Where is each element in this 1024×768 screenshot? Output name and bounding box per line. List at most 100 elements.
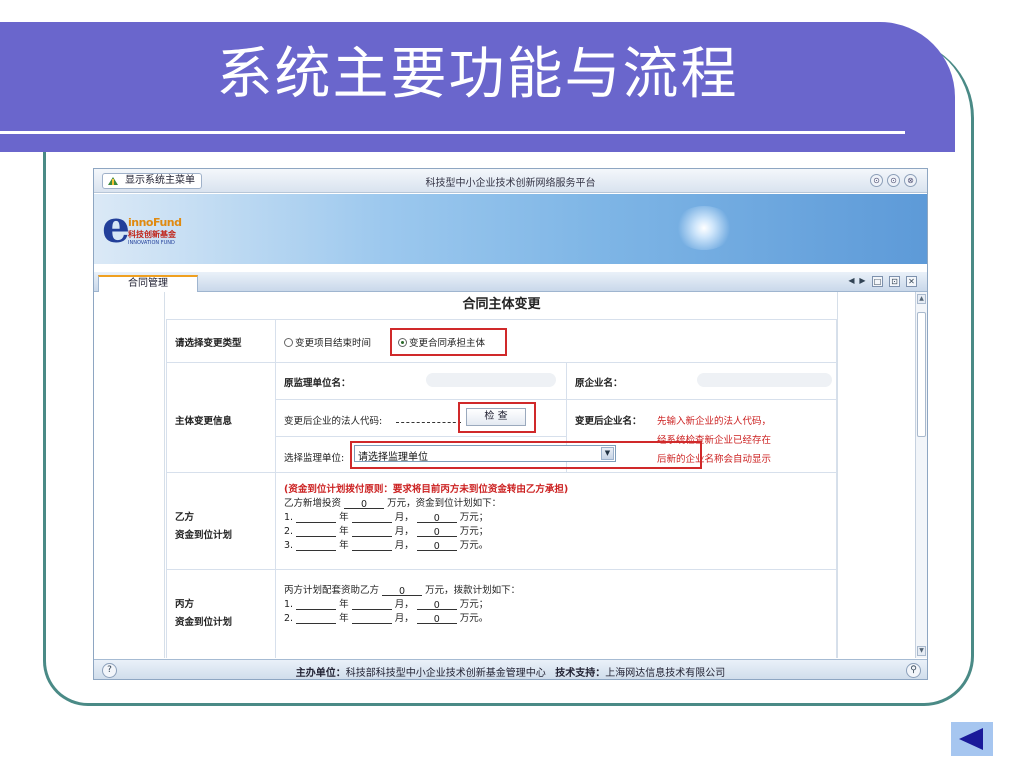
orig-company-label: 原企业名： bbox=[575, 378, 623, 389]
partyB-plan-label: 资金到位计划 bbox=[175, 530, 233, 541]
partyB-label-cell: 乙方 资金到位计划 bbox=[167, 473, 275, 569]
logo-text-sub: INNOVATION FUND bbox=[128, 240, 175, 246]
new-code-label: 变更后企业的法人代码: bbox=[284, 416, 383, 427]
tab-restore-icon[interactable]: □ bbox=[872, 276, 883, 287]
year-input[interactable] bbox=[296, 541, 337, 551]
partyB-row-1: 1. 年 月， 0 万元； bbox=[284, 509, 489, 524]
unit-month: 月， bbox=[394, 613, 414, 624]
host-value: 科技部科技型中小企业技术创新基金管理中心 bbox=[345, 668, 546, 679]
partyB-invest-prefix: 乙方新增投资 bbox=[284, 498, 342, 509]
partyC-plan-suffix: 万元，拨款计划如下： bbox=[425, 585, 521, 596]
tools-icon[interactable]: ⚲ bbox=[906, 663, 921, 678]
month-input[interactable] bbox=[351, 541, 392, 551]
scroll-up-icon[interactable]: ▲ bbox=[917, 294, 926, 304]
slide-title: 系统主要功能与流程 bbox=[216, 42, 739, 107]
row-index: 2. bbox=[284, 613, 294, 624]
highlight-box-option bbox=[390, 328, 507, 356]
logo-text-cn: 科技创新基金 bbox=[128, 230, 176, 239]
contract-party-change-form: 合同主体变更 请选择变更类型 变更项目结束时间 变更合同承担主体 主体变更信息 … bbox=[166, 292, 837, 658]
new-code-input[interactable] bbox=[396, 422, 461, 423]
partyC-plan-cell: 丙方计划配套资助乙方 0 万元，拨款计划如下： 1. 年 月， 0 万元； 2.… bbox=[276, 570, 836, 658]
tab-close-icon[interactable]: ✕ bbox=[906, 276, 917, 287]
unit-year: 年 bbox=[339, 613, 349, 624]
logo-e-glyph: e bbox=[102, 202, 130, 253]
amount-input[interactable]: 0 bbox=[416, 614, 457, 625]
partyB-row-3: 3. 年 月， 0 万元。 bbox=[284, 537, 488, 552]
minimize-window-icon[interactable]: ⊙ bbox=[887, 174, 900, 187]
partyB-label: 乙方 bbox=[175, 512, 195, 523]
previous-slide-button[interactable] bbox=[951, 722, 993, 756]
option-end-time-label: 变更项目结束时间 bbox=[295, 338, 372, 349]
support-value: 上海网达信息技术有限公司 bbox=[605, 668, 726, 679]
form-title: 合同主体变更 bbox=[166, 292, 837, 319]
site-header-banner: e innoFund 科技创新基金 INNOVATION FUND bbox=[94, 194, 927, 264]
tab-contract-management[interactable]: 合同管理 bbox=[98, 275, 198, 293]
partyB-invest-suffix: 万元，资金到位计划如下： bbox=[387, 498, 502, 509]
unit-year: 年 bbox=[339, 540, 349, 551]
close-window-icon[interactable]: ⊗ bbox=[904, 174, 917, 187]
row-index: 2. bbox=[284, 526, 294, 537]
slide: 系统主要功能与流程 显示系统主菜单 科技型中小企业技术创新网络服务平台 ⊙ ⊙ … bbox=[0, 0, 1024, 768]
amount-input[interactable]: 0 bbox=[416, 527, 457, 538]
unit-amount: 万元； bbox=[459, 512, 489, 523]
unit-month: 月， bbox=[394, 512, 414, 523]
year-input[interactable] bbox=[296, 513, 337, 523]
unit-amount: 万元。 bbox=[459, 613, 489, 624]
month-input[interactable] bbox=[351, 600, 392, 610]
window-titlebar: 显示系统主菜单 科技型中小企业技术创新网络服务平台 ⊙ ⊙ ⊗ bbox=[94, 169, 927, 193]
tab-bar: 合同管理 ◀ ▶ □ ⊡ ✕ bbox=[94, 272, 927, 293]
orig-unit-value bbox=[426, 373, 556, 387]
partyB-invest-line: 乙方新增投资 0 万元，资金到位计划如下： bbox=[284, 495, 502, 510]
previous-slide-arrow-icon bbox=[959, 728, 983, 750]
scroll-down-icon[interactable]: ▼ bbox=[917, 646, 926, 656]
unit-amount: 万元； bbox=[459, 526, 489, 537]
partyC-plan-input[interactable]: 0 bbox=[382, 586, 423, 597]
month-input[interactable] bbox=[351, 614, 392, 624]
new-code-cell: 变更后企业的法人代码: 检 查 bbox=[276, 400, 566, 436]
banner-underline bbox=[0, 131, 905, 134]
radio-end-time[interactable] bbox=[284, 338, 293, 347]
globe-graphic bbox=[674, 206, 734, 250]
unit-month: 月， bbox=[394, 526, 414, 537]
unit-year: 年 bbox=[339, 512, 349, 523]
year-input[interactable] bbox=[296, 600, 337, 610]
orig-company-cell: 原企业名： bbox=[567, 363, 836, 399]
partyC-plan-line: 丙方计划配套资助乙方 0 万元，拨款计划如下： bbox=[284, 582, 521, 597]
highlight-box-supervisor bbox=[350, 441, 702, 469]
change-type-label: 请选择变更类型 bbox=[175, 338, 242, 349]
unit-amount: 万元； bbox=[459, 599, 489, 610]
new-company-label: 变更后企业名： bbox=[575, 416, 642, 427]
vertical-scrollbar[interactable]: ▲ ▼ bbox=[915, 292, 927, 658]
row-index: 3. bbox=[284, 540, 294, 551]
month-input[interactable] bbox=[351, 513, 392, 523]
left-pane bbox=[94, 292, 165, 658]
scrollbar-thumb[interactable] bbox=[917, 312, 926, 437]
option-change-end-time[interactable]: 变更项目结束时间 bbox=[284, 335, 371, 349]
row-index: 1. bbox=[284, 512, 294, 523]
tab-next-icon[interactable]: ▶ bbox=[857, 276, 868, 287]
tab-prev-icon[interactable]: ◀ bbox=[846, 276, 857, 287]
year-input[interactable] bbox=[296, 614, 337, 624]
amount-input[interactable]: 0 bbox=[416, 600, 457, 611]
supervisor-label: 选择监理单位: bbox=[284, 453, 345, 464]
partyC-row-2: 2. 年 月， 0 万元。 bbox=[284, 610, 489, 625]
type-label-cell: 请选择变更类型 bbox=[167, 320, 275, 362]
orig-unit-label: 原监理单位名： bbox=[284, 378, 351, 389]
partyB-invest-input[interactable]: 0 bbox=[344, 499, 385, 510]
window-title: 科技型中小企业技术创新网络服务平台 bbox=[425, 178, 596, 189]
amount-input[interactable]: 0 bbox=[416, 541, 457, 552]
content-area: 合同主体变更 请选择变更类型 变更项目结束时间 变更合同承担主体 主体变更信息 … bbox=[94, 292, 919, 658]
orig-company-value bbox=[697, 373, 832, 387]
help-window-icon[interactable]: ⊙ bbox=[870, 174, 883, 187]
host-label: 主办单位： bbox=[295, 668, 346, 679]
orig-unit-cell: 原监理单位名： bbox=[276, 363, 566, 399]
info-label-cell: 主体变更信息 bbox=[167, 363, 275, 472]
amount-input[interactable]: 0 bbox=[416, 513, 457, 524]
year-input[interactable] bbox=[296, 527, 337, 537]
partyC-label: 丙方 bbox=[175, 599, 195, 610]
partyC-row-1: 1. 年 月， 0 万元； bbox=[284, 596, 489, 611]
month-input[interactable] bbox=[351, 527, 392, 537]
unit-year: 年 bbox=[339, 526, 349, 537]
change-info-label: 主体变更信息 bbox=[175, 416, 233, 427]
tab-maximize-icon[interactable]: ⊡ bbox=[889, 276, 900, 287]
